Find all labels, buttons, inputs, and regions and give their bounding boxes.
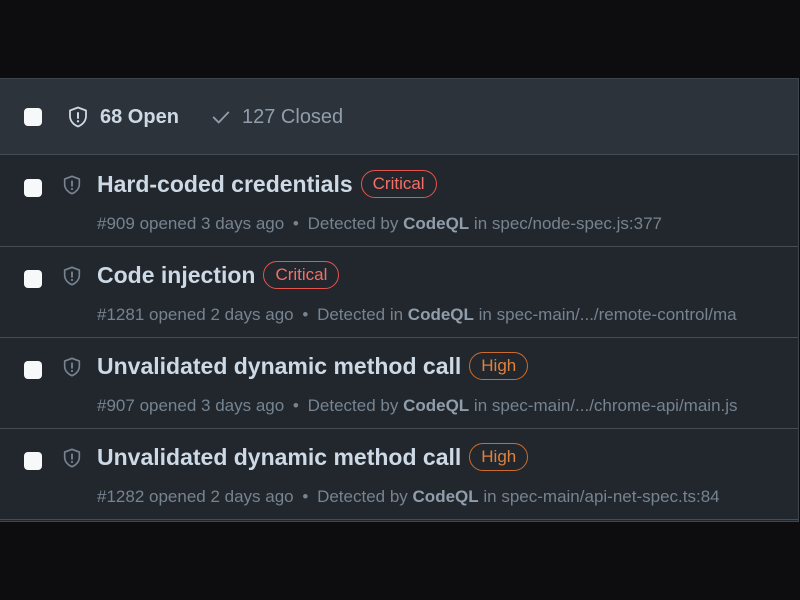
shield-icon: [63, 448, 81, 468]
alert-title-line: Unvalidated dynamic method call High: [97, 443, 529, 471]
alert-opened: opened 3 days ago: [139, 214, 285, 233]
shield-icon: [63, 175, 81, 195]
tool-name: CodeQL: [403, 214, 470, 233]
detected-prefix: Detected by: [307, 214, 399, 233]
severity-badge: Critical: [360, 170, 437, 198]
in-label: in: [483, 487, 497, 506]
code-scanning-alerts-list: 68 Open 127 Closed Hard-coded credential…: [0, 78, 799, 522]
alert-checkbox[interactable]: [24, 361, 42, 379]
alert-number: #1282: [97, 487, 145, 506]
alert-opened: opened 2 days ago: [149, 305, 294, 324]
meta-separator: •: [292, 396, 299, 415]
closed-filter-tab[interactable]: 127 Closed: [210, 79, 343, 155]
alert-title-line: Unvalidated dynamic method call High: [97, 352, 529, 380]
alert-row[interactable]: Code injection Critical #1281 opened 2 d…: [0, 247, 798, 338]
alert-checkbox[interactable]: [24, 270, 42, 288]
check-icon: [212, 111, 230, 124]
open-count-label: 68 Open: [100, 105, 179, 128]
alert-row[interactable]: Unvalidated dynamic method call High #90…: [0, 338, 798, 429]
closed-count-label: 127 Closed: [242, 105, 344, 128]
in-label: in: [478, 305, 492, 324]
severity-badge: High: [469, 352, 529, 380]
file-location: spec-main/.../remote-control/ma: [496, 305, 737, 324]
list-header: 68 Open 127 Closed: [0, 79, 798, 155]
alert-row[interactable]: Unvalidated dynamic method call High #12…: [0, 429, 798, 520]
alert-title-link[interactable]: Code injection: [97, 262, 255, 289]
in-label: in: [473, 214, 488, 233]
alert-number: #1281: [97, 305, 145, 324]
meta-separator: •: [302, 305, 309, 324]
alert-number: #909: [97, 214, 135, 233]
alert-checkbox[interactable]: [24, 452, 42, 470]
tool-name: CodeQL: [403, 396, 470, 415]
shield-icon: [69, 106, 87, 128]
alert-title-line: Code injection Critical: [97, 261, 340, 289]
alert-title-line: Hard-coded credentials Critical: [97, 170, 437, 198]
meta-separator: •: [302, 487, 309, 506]
alert-meta: #909 opened 3 days ago • Detected by Cod…: [97, 214, 662, 234]
alert-title-link[interactable]: Unvalidated dynamic method call: [97, 353, 461, 380]
tool-name: CodeQL: [407, 305, 474, 324]
file-location: spec-main/.../chrome-api/main.js: [491, 396, 738, 415]
detected-prefix: Detected by: [317, 487, 408, 506]
alert-opened: opened 2 days ago: [149, 487, 294, 506]
open-filter-tab[interactable]: 68 Open: [66, 79, 179, 155]
alert-meta: #1281 opened 2 days ago • Detected in Co…: [97, 305, 737, 325]
alert-meta: #1282 opened 2 days ago • Detected by Co…: [97, 487, 720, 507]
alert-opened: opened 3 days ago: [139, 396, 285, 415]
tool-name: CodeQL: [412, 487, 479, 506]
alert-title-link[interactable]: Hard-coded credentials: [97, 171, 353, 198]
alert-number: #907: [97, 396, 135, 415]
severity-badge: Critical: [263, 261, 340, 289]
severity-badge: High: [469, 443, 529, 471]
alert-checkbox[interactable]: [24, 179, 42, 197]
alert-row[interactable]: Hard-coded credentials Critical #909 ope…: [0, 156, 798, 247]
detected-prefix: Detected in: [317, 305, 404, 324]
file-location: spec-main/api-net-spec.ts:84: [501, 487, 720, 506]
meta-separator: •: [292, 214, 299, 233]
detected-prefix: Detected by: [307, 396, 399, 415]
select-all-checkbox[interactable]: [24, 108, 42, 126]
shield-icon: [63, 357, 81, 377]
file-location: spec/node-spec.js:377: [491, 214, 662, 233]
in-label: in: [473, 396, 488, 415]
alert-title-link[interactable]: Unvalidated dynamic method call: [97, 444, 461, 471]
shield-icon: [63, 266, 81, 286]
alert-meta: #907 opened 3 days ago • Detected by Cod…: [97, 396, 738, 416]
